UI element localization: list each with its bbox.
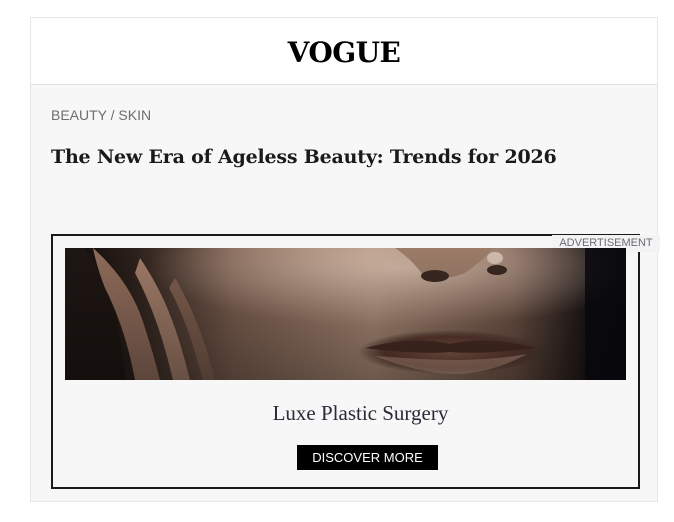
article-page: VOGUE BEAUTY / SKIN The New Era of Agele… bbox=[30, 17, 660, 502]
ad-image[interactable] bbox=[65, 248, 626, 380]
face-closeup-image bbox=[65, 248, 626, 380]
masthead: VOGUE bbox=[31, 18, 657, 85]
article-headline: The New Era of Ageless Beauty: Trends fo… bbox=[51, 146, 557, 168]
vogue-logo[interactable]: VOGUE bbox=[288, 36, 401, 69]
breadcrumb[interactable]: BEAUTY / SKIN bbox=[51, 107, 151, 123]
ad-brand-name[interactable]: Luxe Plastic Surgery bbox=[53, 401, 638, 426]
advertisement-banner[interactable]: ADVERTISEMENT Luxe Plastic Surgery DISCO… bbox=[51, 234, 660, 489]
discover-more-button[interactable]: DISCOVER MORE bbox=[297, 445, 438, 470]
